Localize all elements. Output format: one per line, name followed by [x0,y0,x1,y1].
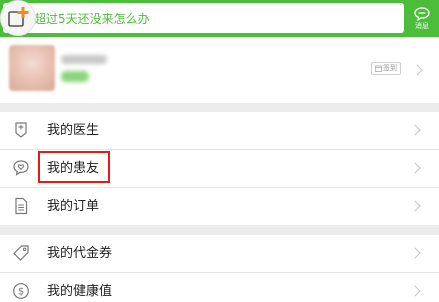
menu-item-label: 我的健康值 [47,284,113,299]
mine-page: 超过5天还没来怎么办 消息 签到 我的医生 我的患友 我的订单 我的代金券 $ … [0,0,439,302]
menu-item-my-coupons[interactable]: 我的代金券 [0,235,439,272]
username-blurred [61,55,107,64]
chevron-right-icon [411,64,423,76]
dollar-circle-icon: $ [12,282,30,300]
section-divider [0,103,439,112]
level-badge-blurred [61,71,89,82]
menu-item-label: 我的医生 [47,123,100,138]
menu-item-my-health-value[interactable]: $ 我的健康值 [0,273,439,302]
calendar-icon [375,65,382,72]
order-document-icon [12,197,30,215]
coupon-tag-icon [12,244,30,262]
menu-item-label: 我的订单 [47,199,100,214]
banner-question-text[interactable]: 超过5天还没来怎么办 [34,10,150,27]
chat-label: 消息 [415,22,429,30]
search-bar[interactable]: 超过5天还没来怎么办 [3,3,404,33]
annotation-highlight-box [38,151,110,183]
chevron-right-icon [409,162,421,174]
chat-bubble-icon[interactable]: 消息 [405,2,439,35]
section-divider [0,225,439,235]
add-plus-icon[interactable] [0,0,36,36]
checkin-button[interactable]: 签到 [371,62,401,75]
svg-text:$: $ [18,287,24,298]
chevron-right-icon [409,247,421,259]
chevron-right-icon [409,124,421,136]
top-banner: 超过5天还没来怎么办 消息 [0,0,439,37]
menu-item-my-doctor[interactable]: 我的医生 [0,112,439,149]
checkin-label: 签到 [383,64,397,72]
heart-chat-icon [12,159,30,177]
menu-item-label: 我的代金券 [47,246,113,261]
doctor-badge-icon [12,121,30,139]
menu-item-my-orders[interactable]: 我的订单 [0,188,439,225]
chevron-right-icon [409,200,421,212]
chevron-right-icon [409,285,421,297]
profile-card[interactable]: 签到 [0,37,439,103]
avatar[interactable] [9,45,55,91]
